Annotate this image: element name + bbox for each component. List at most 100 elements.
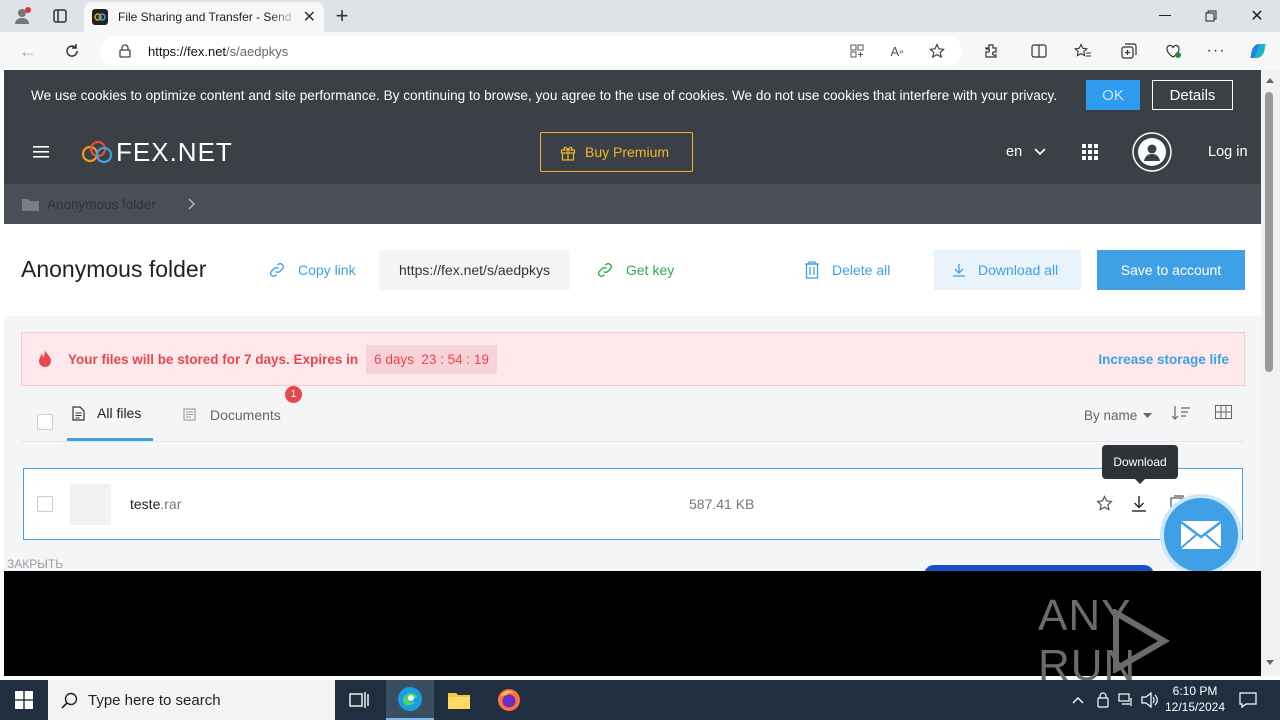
increase-storage-link[interactable]: Increase storage life [1098,352,1229,367]
page-scrollbar[interactable] [1261,70,1280,676]
tab-documents-label: Documents [210,406,281,423]
delete-all-button[interactable]: Delete all [804,250,890,290]
login-link[interactable]: Log in [1208,142,1248,162]
file-explorer-icon[interactable] [446,688,472,712]
expiry-countdown: 6 days 23 : 54 : 19 [366,344,497,374]
security-tray-icon[interactable] [1095,691,1111,709]
site-header: FEX.NET Buy Premium en Log in [4,120,1261,184]
select-all-checkbox[interactable] [37,414,53,430]
tab-documents[interactable]: Documents 1 [183,386,302,441]
taskbar-search-box[interactable]: Type here to search [48,680,335,720]
browser-essentials-icon[interactable] [1162,40,1184,62]
mail-chat-button[interactable] [1160,494,1242,571]
favorites-icon[interactable] [1072,40,1094,62]
back-icon[interactable]: ← [16,40,40,62]
get-key-button[interactable]: Get key [596,250,674,290]
notification-icon[interactable] [1238,690,1258,710]
fex-favicon-icon [92,9,108,25]
read-aloud-icon[interactable]: A» [888,43,906,59]
fex-logo-icon [81,140,113,164]
taskbar-clock[interactable]: 6:10 PM 12/15/2024 [1162,683,1228,717]
share-link-field[interactable]: https://fex.net/s/aedpkys [379,250,570,290]
chevron-down-icon [1034,148,1046,156]
collections-icon[interactable] [1118,40,1140,62]
restore-icon[interactable] [1196,6,1226,26]
edge-taskbar-icon[interactable] [386,680,434,720]
tray-chevron-up-icon[interactable] [1070,692,1086,708]
tooltip-arrow [1135,479,1145,484]
scroll-up-icon[interactable] [1266,78,1274,83]
task-view-icon[interactable] [348,689,370,711]
scroll-thumb[interactable] [1265,92,1273,372]
tab-actions-icon[interactable] [50,6,70,26]
extensions-icon[interactable] [980,40,1002,62]
minimize-icon[interactable] [1150,6,1180,26]
firefox-icon[interactable] [496,687,522,713]
page-title: Anonymous folder [21,256,207,282]
breadcrumb-folder-link[interactable]: Anonymous folder [47,194,156,214]
cookie-details-button[interactable]: Details [1152,80,1233,110]
breadcrumb: Anonymous folder [4,184,1261,224]
volume-icon[interactable] [1141,691,1159,709]
tab-all-files-label: All files [97,405,142,421]
get-key-label: Get key [626,262,675,278]
download-all-icon [952,263,966,277]
file-icon [72,405,85,421]
file-checkbox[interactable] [37,496,53,512]
buy-premium-button[interactable]: Buy Premium [540,132,693,172]
url-bar[interactable]: https://fex.net/s/aedpkys A» [100,36,962,66]
network-icon[interactable] [1117,691,1135,709]
share-link-value: https://fex.net/s/aedpkys [399,262,550,278]
cookie-ok-button[interactable]: OK [1086,80,1140,110]
browser-tab-active[interactable]: File Sharing and Transfer - Send L ✕ [84,2,324,32]
play-logo-icon [1110,609,1170,673]
clock-time: 6:10 PM [1172,684,1218,698]
language-selector[interactable]: en [1006,142,1046,162]
split-screen-icon[interactable] [1028,40,1050,62]
file-size: 587.41 KB [689,496,755,512]
download-icon[interactable] [1131,495,1149,513]
delete-all-label: Delete all [832,262,891,278]
new-tab-icon[interactable]: + [330,3,354,28]
file-row[interactable]: teste.rar 587.41 KB [23,468,1243,540]
cookie-text: We use cookies to optimize content and s… [31,87,1058,103]
folder-title-row: Anonymous folder Copy link https://fex.n… [4,224,1261,316]
file-basename: teste [130,496,161,512]
web-page: We use cookies to optimize content and s… [4,70,1261,571]
download-all-button[interactable]: Download all [934,250,1081,290]
close-text[interactable]: ЗАКРЫТЬ [7,557,63,571]
folder-icon [21,196,39,212]
sort-dropdown[interactable]: By name [1084,406,1153,424]
apps-grid-icon[interactable] [1081,143,1099,161]
tab-all-files[interactable]: All files [67,388,153,441]
close-window-icon[interactable]: ✕ [1242,6,1272,26]
file-name[interactable]: teste.rar [130,496,181,512]
star-icon[interactable] [1096,495,1114,513]
search-icon [60,691,78,709]
copilot-icon[interactable] [1246,39,1270,63]
caret-down-icon [1143,412,1153,418]
scroll-down-icon[interactable] [1266,660,1274,665]
copy-link-button[interactable]: Copy link [268,250,356,290]
fex-logo[interactable]: FEX.NET [80,137,233,167]
link-icon [268,261,286,279]
grid-view-icon[interactable] [1215,405,1233,421]
sort-order-icon[interactable] [1171,405,1193,423]
user-avatar-icon[interactable] [1132,132,1172,172]
refresh-icon[interactable] [60,40,84,62]
key-link-icon [596,261,614,279]
app-available-icon[interactable] [848,43,866,59]
lock-icon[interactable] [118,43,132,59]
windows-taskbar: Type here to search 6:10 PM 12/15/2024 [0,680,1280,720]
chevron-right-icon [186,196,198,212]
hamburger-menu-icon[interactable] [32,144,50,160]
more-menu-icon[interactable]: ··· [1205,40,1227,62]
clock-date: 12/15/2024 [1164,700,1226,714]
profile-icon[interactable] [10,5,34,27]
save-to-account-button[interactable]: Save to account [1097,250,1245,290]
windows-start-icon[interactable] [14,690,34,710]
envelope-icon [1180,521,1222,549]
favorite-star-icon[interactable] [928,42,946,60]
close-tab-icon[interactable]: ✕ [303,7,316,27]
sort-label: By name [1084,407,1138,423]
